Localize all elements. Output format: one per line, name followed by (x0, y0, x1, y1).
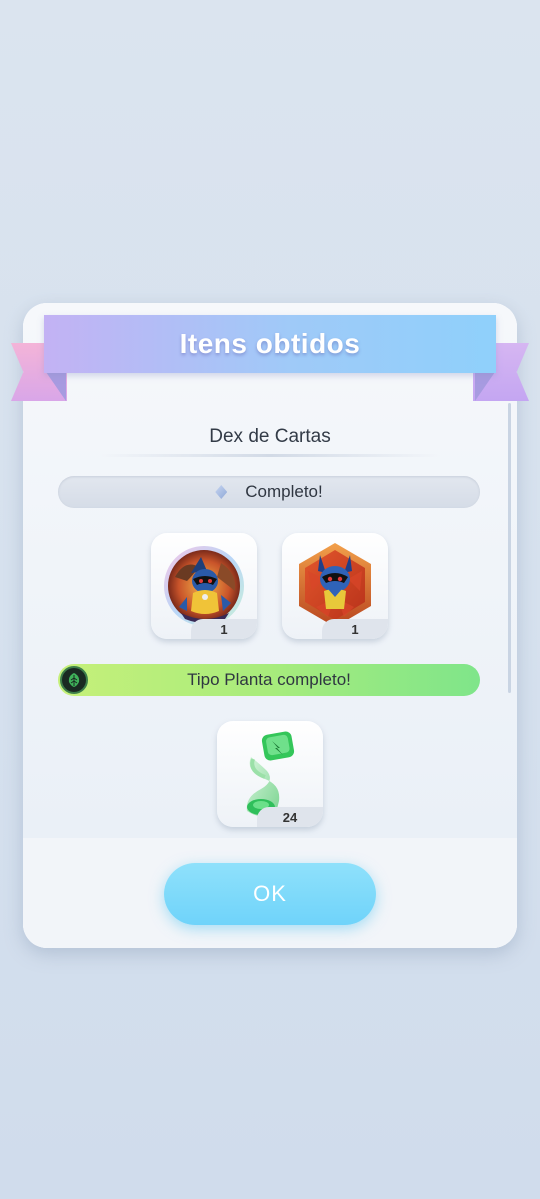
ok-button[interactable]: OK (164, 863, 376, 925)
dialog-title: Itens obtidos (179, 328, 361, 359)
title-ribbon: Itens obtidos (44, 315, 496, 373)
diamond-icon (215, 485, 228, 499)
reward-item-card[interactable]: 24 (217, 721, 323, 827)
item-count: 1 (191, 619, 257, 639)
section-divider (100, 454, 440, 457)
grass-type-leaf-icon (60, 666, 88, 694)
type-completion-bar: Tipo Planta completo! (58, 664, 480, 696)
type-completion-text: Tipo Planta completo! (187, 670, 351, 689)
reward-item-card[interactable]: 1 (282, 533, 388, 639)
completion-status-bar: Completo! (58, 476, 480, 508)
item-count: 1 (322, 619, 388, 639)
rewards-dialog (23, 303, 517, 948)
completion-status-text: Completo! (245, 482, 323, 501)
section-title: Dex de Cartas (209, 426, 331, 447)
item-count: 24 (257, 807, 323, 827)
reward-item-card[interactable]: 1 (151, 533, 257, 639)
